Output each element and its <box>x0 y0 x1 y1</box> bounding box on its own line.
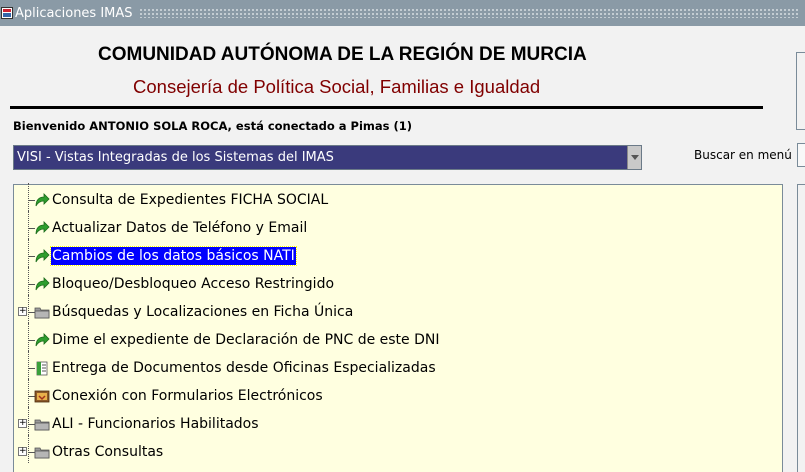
tree-connector-line <box>28 239 29 267</box>
tree-connector-line <box>28 407 29 435</box>
green-arrow-icon <box>34 221 50 236</box>
tree-item[interactable]: + Búsquedas y Localizaciones en Ficha Úni… <box>14 295 774 323</box>
tree-item-label: Dime el expediente de Declaración de PNC… <box>52 332 440 348</box>
tree-connector-line <box>28 295 29 323</box>
expand-plus-icon[interactable]: + <box>18 419 27 428</box>
page-subtitle: Consejería de Política Social, Familias … <box>133 76 541 97</box>
folder-icon <box>34 445 50 460</box>
tree-item[interactable]: Consulta de Expedientes FICHA SOCIAL <box>14 183 774 211</box>
search-menu-label: Buscar en menú <box>694 148 792 162</box>
tree-connector-line <box>28 183 29 211</box>
page-title: COMUNIDAD AUTÓNOMA DE LA REGIÓN DE MURCI… <box>98 44 587 65</box>
tree-item-label: Entrega de Documentos desde Oficinas Esp… <box>52 360 436 376</box>
tree-connector-line <box>28 323 29 351</box>
folder-icon <box>34 417 50 432</box>
search-menu-input[interactable] <box>797 143 805 167</box>
tree-item-label: Bloqueo/Desbloqueo Acceso Restringido <box>52 276 335 292</box>
tree-item-label: Consulta de Expedientes FICHA SOCIAL <box>52 192 329 208</box>
tree-connector-line <box>28 211 29 239</box>
green-arrow-icon <box>34 249 50 264</box>
green-arrow-icon <box>34 193 50 208</box>
window-titlebar[interactable]: Aplicaciones IMAS <box>0 0 805 26</box>
tree-connector-line <box>28 267 29 295</box>
right-panel-top <box>796 52 805 130</box>
menu-tree[interactable]: Consulta de Expedientes FICHA SOCIAL Actu… <box>13 183 783 472</box>
tree-item[interactable]: Cambios de los datos básicos NATI <box>14 239 774 267</box>
tree-connector-line <box>28 435 29 463</box>
tree-item-label: Conexión con Formularios Electrónicos <box>52 388 323 404</box>
welcome-message: Bienvenido ANTONIO SOLA ROCA, está conec… <box>13 119 412 133</box>
tree-item[interactable]: + ALI - Funcionarios Habilitados <box>14 407 774 435</box>
chevron-down-icon <box>630 155 639 160</box>
tree-item[interactable]: Entrega de Documentos desde Oficinas Esp… <box>14 351 774 379</box>
tree-item-label: Actualizar Datos de Teléfono y Email <box>52 220 308 236</box>
green-arrow-icon <box>34 277 50 292</box>
app-window-icon <box>1 7 13 19</box>
tree-connector-line <box>28 379 29 407</box>
green-arrow-icon <box>34 333 50 348</box>
tree-item[interactable]: Conexión con Formularios Electrónicos <box>14 379 774 407</box>
expand-plus-icon[interactable]: + <box>18 307 27 316</box>
document-icon <box>34 361 50 376</box>
folder-icon <box>34 305 50 320</box>
dropdown-arrow-button[interactable] <box>627 146 641 169</box>
application-select-value: VISI - Vistas Integradas de los Sistemas… <box>17 150 334 165</box>
tree-item[interactable]: + Otras Consultas <box>14 435 774 463</box>
expand-plus-icon[interactable]: + <box>18 447 27 456</box>
titlebar-grip <box>138 8 799 18</box>
tree-item[interactable]: Actualizar Datos de Teléfono y Email <box>14 211 774 239</box>
window-title: Aplicaciones IMAS <box>15 5 133 21</box>
tree-item-label: ALI - Funcionarios Habilitados <box>52 416 259 432</box>
application-select[interactable]: VISI - Vistas Integradas de los Sistemas… <box>13 145 642 170</box>
tree-item-label: Búsquedas y Localizaciones en Ficha Únic… <box>52 304 354 320</box>
tree-item-label: Otras Consultas <box>52 444 164 460</box>
tree-connector-line <box>28 351 29 379</box>
right-panel-bottom <box>797 184 805 472</box>
form-icon <box>34 389 50 404</box>
tree-item-label: Cambios de los datos básicos NATI <box>50 246 297 266</box>
header-divider <box>10 106 763 109</box>
tree-item[interactable]: Dime el expediente de Declaración de PNC… <box>14 323 774 351</box>
tree-item[interactable]: Bloqueo/Desbloqueo Acceso Restringido <box>14 267 774 295</box>
